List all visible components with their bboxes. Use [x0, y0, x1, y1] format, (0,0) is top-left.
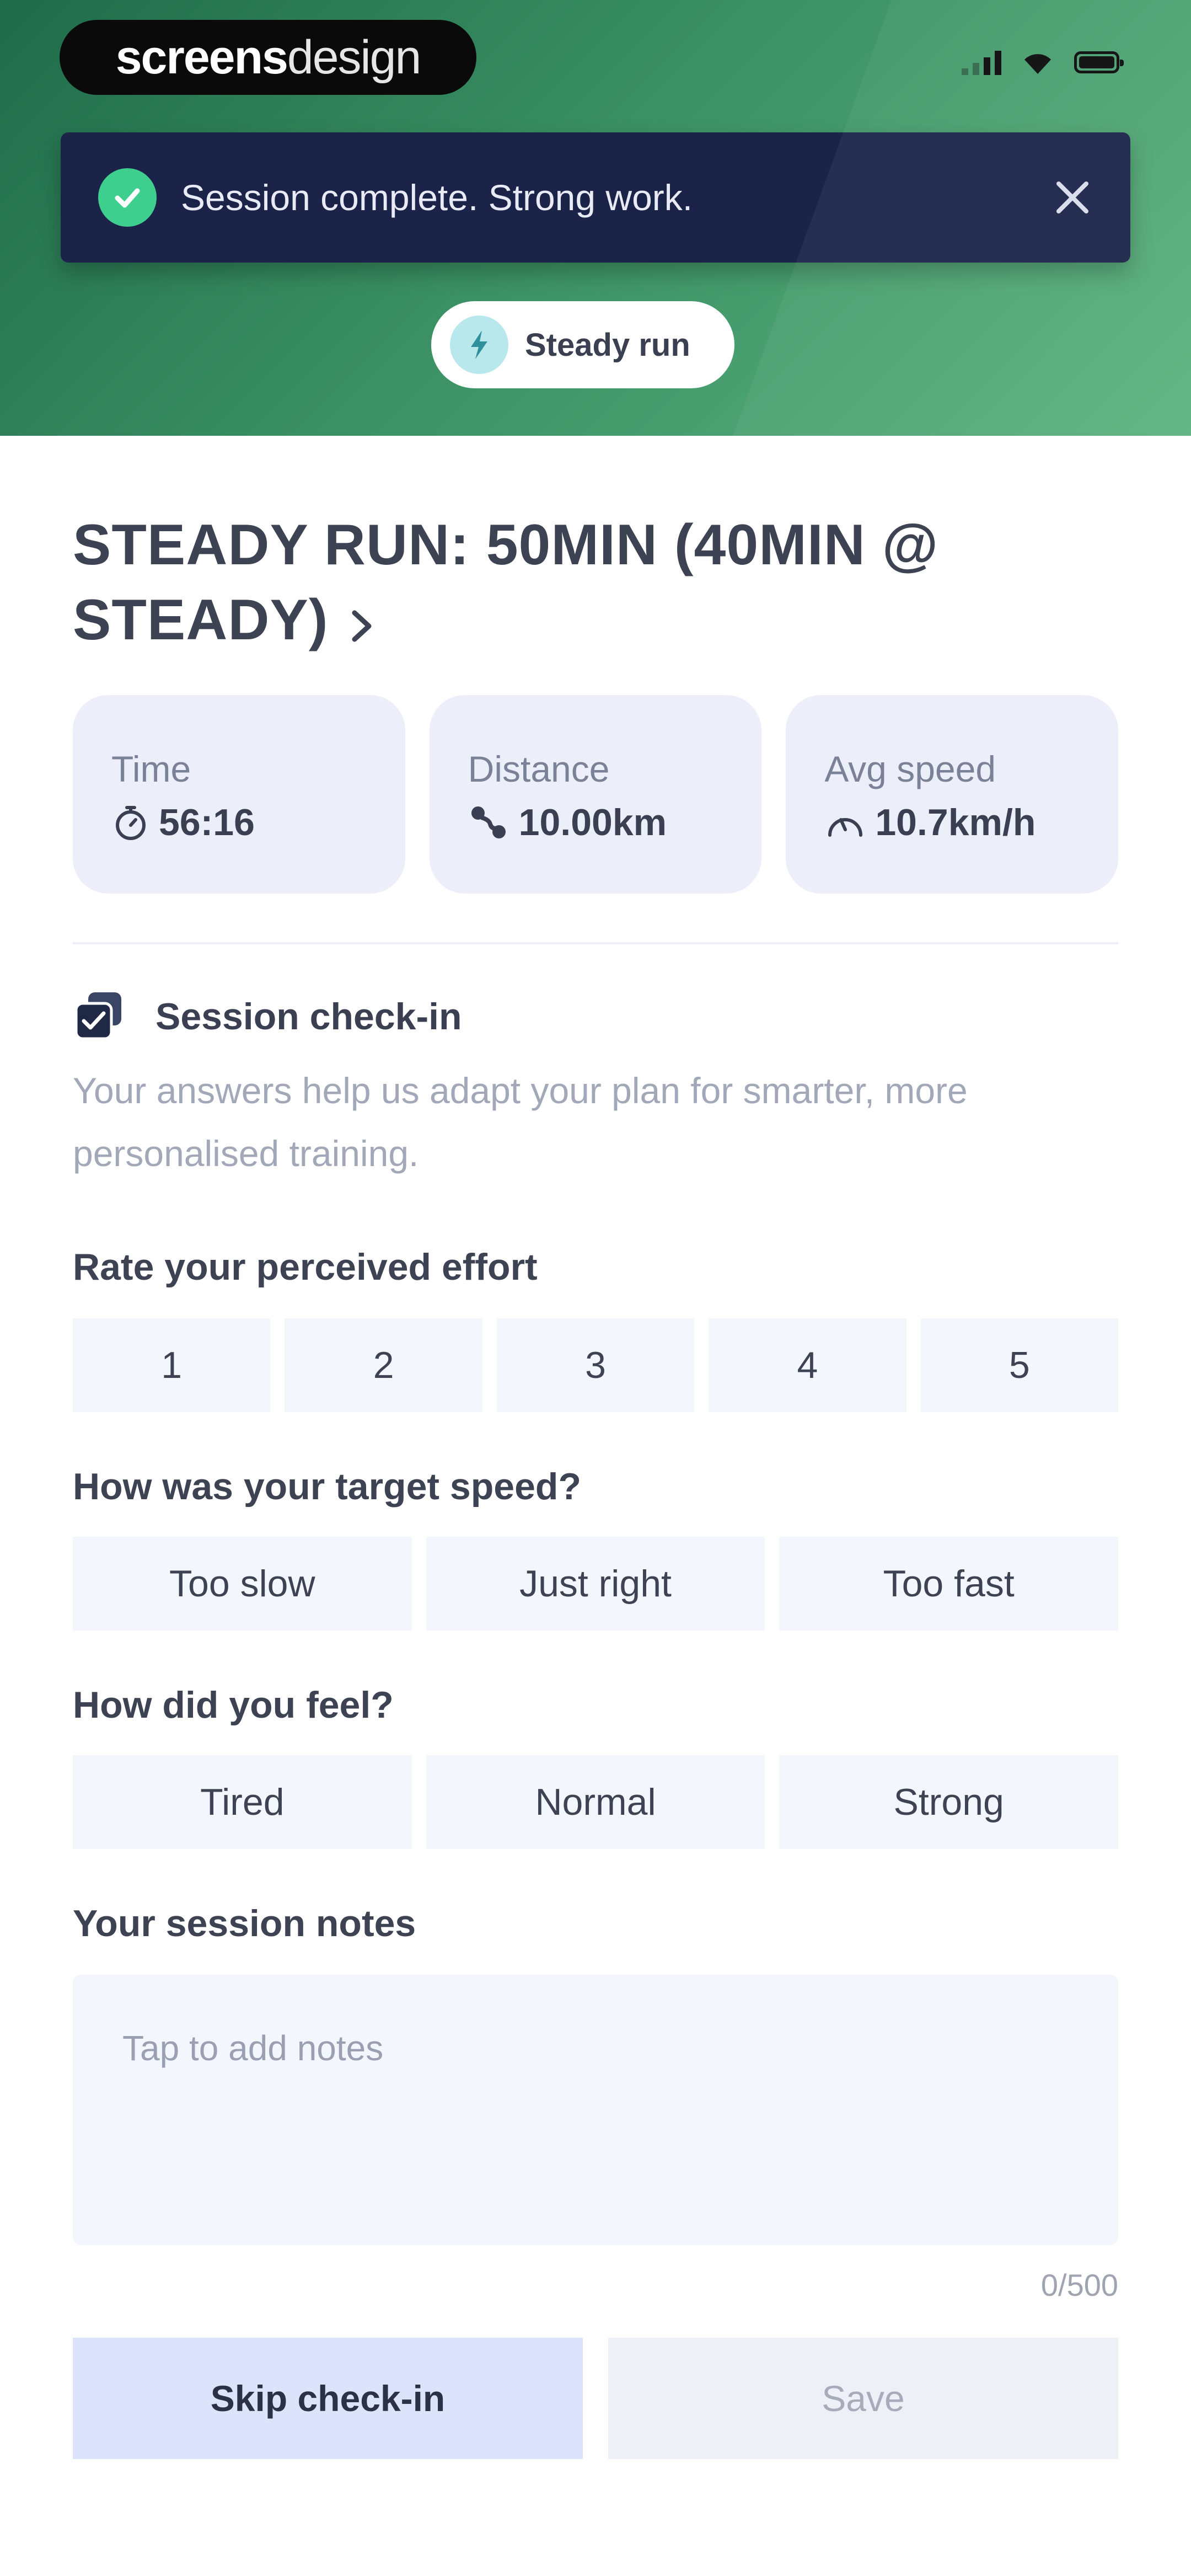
- session-complete-toast: Session complete. Strong work.: [61, 132, 1130, 263]
- checkin-description: Your answers help us adapt your plan for…: [73, 1070, 968, 1174]
- notes-character-counter: 0/500: [1040, 2268, 1118, 2302]
- effort-option-1[interactable]: 1: [73, 1318, 271, 1412]
- effort-option-4[interactable]: 4: [709, 1318, 906, 1412]
- close-icon[interactable]: [1048, 173, 1097, 222]
- cellular-signal-icon: [962, 50, 1001, 75]
- stat-label: Time: [111, 749, 191, 789]
- brand-logo: screens design: [60, 20, 476, 95]
- header-banner: screens design Session complete. Strong w…: [0, 0, 1191, 436]
- feel-question-label: How did you feel?: [73, 1684, 394, 1726]
- stat-value-text: 10.7km/h: [875, 801, 1036, 843]
- section-divider: [73, 942, 1118, 944]
- logo-text-light: design: [287, 30, 421, 84]
- speed-option-too-slow[interactable]: Too slow: [73, 1537, 412, 1631]
- effort-option-5[interactable]: 5: [920, 1318, 1119, 1412]
- stat-card-avg-speed: Avg speed 10.7km/h: [786, 695, 1119, 894]
- feel-option-strong[interactable]: Strong: [779, 1755, 1119, 1849]
- stat-value-text: 56:16: [159, 801, 255, 843]
- speed-option-too-fast[interactable]: Too fast: [779, 1537, 1119, 1631]
- check-circle-icon: [98, 168, 157, 227]
- stat-value-text: 10.00km: [518, 801, 667, 843]
- effort-rating-options: 1 2 3 4 5: [73, 1318, 1119, 1412]
- battery-icon: [1074, 51, 1124, 73]
- logo-text-bold: screens: [115, 30, 288, 84]
- session-stats: Time 56:16 Distance 10.00km Avg speed 10…: [73, 695, 1119, 894]
- session-type-chip: Steady run: [431, 301, 734, 388]
- lightning-icon: [450, 316, 508, 374]
- session-notes-input[interactable]: Tap to add notes: [73, 1975, 1118, 2245]
- stat-value: 10.00km: [468, 801, 667, 844]
- chip-label: Steady run: [525, 327, 690, 363]
- session-title-text: STEADY RUN: 50MIN (40MIN @ STEADY): [73, 513, 939, 652]
- stopwatch-icon: [116, 806, 146, 840]
- stat-label: Distance: [468, 749, 610, 789]
- notes-placeholder: Tap to add notes: [122, 2028, 384, 2068]
- skip-checkin-button[interactable]: Skip check-in: [73, 2338, 583, 2459]
- speed-option-just-right[interactable]: Just right: [426, 1537, 765, 1631]
- chevron-right-icon: [350, 587, 374, 662]
- checkin-header: Session check-in: [73, 990, 462, 1043]
- speedometer-icon: [828, 818, 863, 837]
- effort-option-2[interactable]: 2: [285, 1318, 482, 1412]
- stat-value: 56:16: [111, 801, 255, 844]
- checkin-title: Session check-in: [155, 996, 462, 1038]
- action-buttons: Skip check-in Save: [73, 2338, 1118, 2459]
- status-bar: [962, 50, 1124, 75]
- toast-message: Session complete. Strong work.: [181, 177, 693, 218]
- effort-option-3[interactable]: 3: [496, 1318, 695, 1412]
- session-title[interactable]: STEADY RUN: 50MIN (40MIN @ STEADY): [73, 507, 1010, 662]
- stat-label: Avg speed: [824, 749, 996, 789]
- target-speed-question-label: How was your target speed?: [73, 1466, 581, 1508]
- feel-options: Tired Normal Strong: [73, 1755, 1119, 1849]
- feel-option-normal[interactable]: Normal: [426, 1755, 765, 1849]
- save-button[interactable]: Save: [608, 2338, 1118, 2459]
- target-speed-options: Too slow Just right Too fast: [73, 1537, 1119, 1631]
- stat-card-distance: Distance 10.00km: [429, 695, 762, 894]
- clipboard-check-icon: [74, 992, 121, 1040]
- wifi-icon: [1024, 54, 1051, 74]
- notes-label: Your session notes: [73, 1902, 416, 1944]
- stat-card-time: Time 56:16: [73, 695, 405, 894]
- feel-option-tired[interactable]: Tired: [73, 1755, 412, 1849]
- effort-question-label: Rate your perceived effort: [73, 1246, 538, 1288]
- route-icon: [471, 806, 506, 838]
- stat-value: 10.7km/h: [824, 801, 1036, 844]
